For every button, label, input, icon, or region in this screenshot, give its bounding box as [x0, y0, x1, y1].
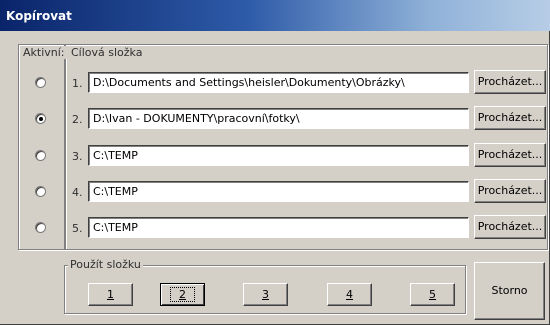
active-group: [18, 44, 65, 250]
copy-dialog: Kopírovat Aktivní: Cílová složka 1. D:\D…: [0, 0, 550, 325]
row-1-path-input[interactable]: D:\Documents and Settings\heisler\Dokume…: [88, 72, 469, 93]
use-folder-group-label: Použít složku: [68, 258, 143, 271]
row-5-number: 5.: [72, 222, 83, 235]
row-3-number: 3.: [72, 150, 83, 163]
row-3-browse-button[interactable]: Procházet...: [474, 143, 546, 167]
row-4-browse-button[interactable]: Procházet...: [474, 179, 546, 203]
row-2-path-input[interactable]: D:\Ivan - DOKUMENTY\pracovní\fotky\: [88, 108, 469, 129]
target-folder-group-label: Cílová složka: [69, 46, 145, 59]
use-folder-3-label: 3: [262, 288, 269, 301]
use-folder-4-button[interactable]: 4: [327, 283, 372, 306]
row-4-radio[interactable]: [35, 186, 46, 197]
title-bar: Kopírovat: [0, 0, 550, 31]
use-folder-2-button[interactable]: 2: [160, 283, 205, 306]
row-4-path-input[interactable]: C:\TEMP: [88, 181, 469, 202]
use-folder-2-label: 2: [170, 287, 195, 302]
row-3-radio[interactable]: [35, 150, 46, 161]
window-title: Kopírovat: [6, 9, 72, 23]
use-folder-1-button[interactable]: 1: [88, 283, 133, 306]
row-2-browse-button[interactable]: Procházet...: [474, 106, 546, 130]
use-folder-1-label: 1: [107, 288, 114, 301]
row-1-radio[interactable]: [35, 77, 46, 88]
use-folder-3-button[interactable]: 3: [243, 283, 288, 306]
use-folder-5-button[interactable]: 5: [410, 283, 455, 306]
row-2-number: 2.: [72, 113, 83, 126]
use-folder-4-label: 4: [346, 288, 353, 301]
row-5-path-input[interactable]: C:\TEMP: [88, 217, 469, 238]
cancel-button[interactable]: Storno: [474, 262, 545, 320]
row-5-radio[interactable]: [35, 222, 46, 233]
radio-selected-dot: [39, 117, 43, 121]
active-group-label: Aktivní:: [21, 46, 67, 59]
row-4-number: 4.: [72, 186, 83, 199]
row-2-radio[interactable]: [35, 113, 46, 124]
row-5-browse-button[interactable]: Procházet...: [474, 215, 546, 239]
use-folder-5-label: 5: [429, 288, 436, 301]
row-1-number: 1.: [72, 77, 83, 90]
row-3-path-input[interactable]: C:\TEMP: [88, 145, 469, 166]
row-1-browse-button[interactable]: Procházet...: [474, 70, 546, 94]
